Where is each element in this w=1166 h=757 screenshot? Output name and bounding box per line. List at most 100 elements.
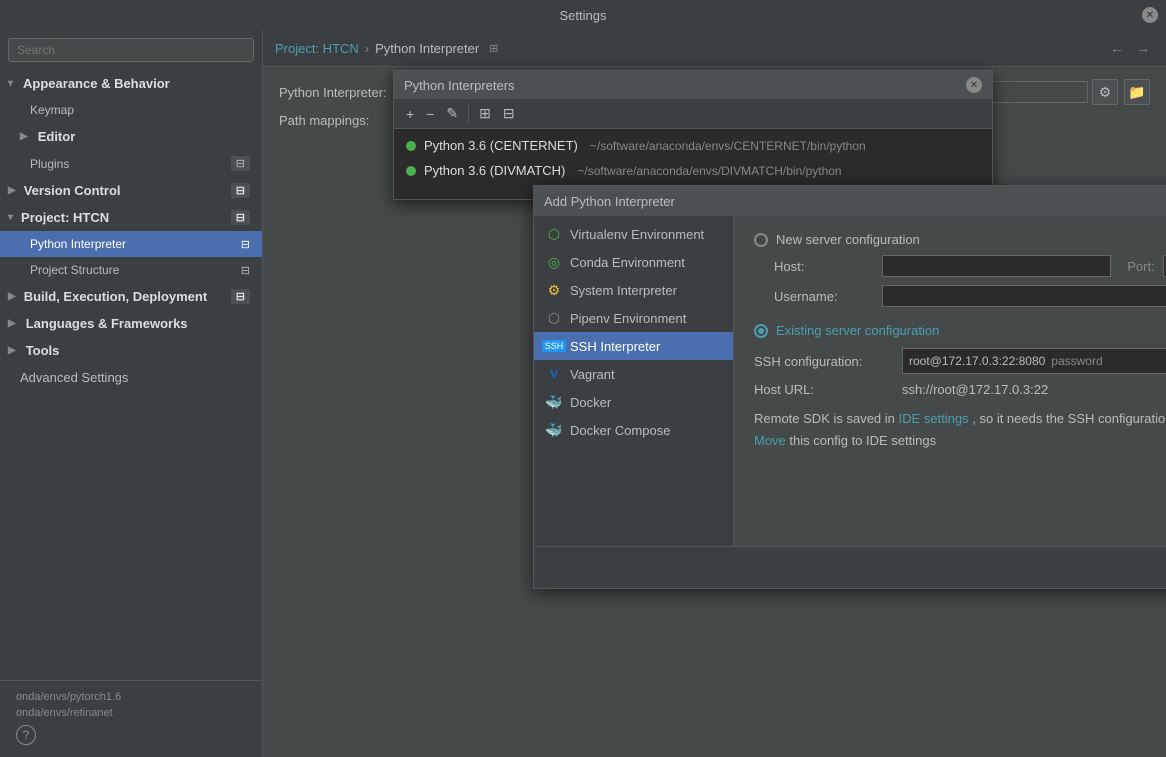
host-row: Host: Port: bbox=[754, 255, 1166, 277]
status-dot-divmatch bbox=[406, 166, 416, 176]
dialog-label-docker: Docker bbox=[570, 395, 611, 410]
dialog-item-conda[interactable]: ◎ Conda Environment bbox=[534, 248, 733, 276]
sidebar-item-python-interpreter[interactable]: Python Interpreter ⊟ bbox=[0, 231, 262, 257]
sidebar-label-keymap: Keymap bbox=[30, 103, 74, 117]
sidebar-item-plugins[interactable]: Plugins ⊟ bbox=[0, 150, 262, 177]
dialog-item-pipenv[interactable]: ⬡ Pipenv Environment bbox=[534, 304, 733, 332]
username-row: Username: bbox=[754, 285, 1166, 307]
expand-icon-tools: ▶ bbox=[8, 345, 16, 356]
add-dialog-titlebar: Add Python Interpreter ✕ bbox=[534, 186, 1166, 216]
interpreter-entry-centernet[interactable]: Python 3.6 (CENTERNET) ~/software/anacon… bbox=[394, 133, 992, 158]
vc-badge: ⊟ bbox=[231, 183, 250, 198]
pi-badge: ⊟ bbox=[241, 238, 250, 251]
toolbar-tree-btn[interactable]: ⊟ bbox=[499, 103, 519, 124]
port-label: Port: bbox=[1127, 259, 1154, 274]
sidebar-item-build[interactable]: ▶ Build, Execution, Deployment ⊟ bbox=[0, 283, 262, 310]
new-server-label: New server configuration bbox=[776, 232, 920, 247]
ssh-config-label: SSH configuration: bbox=[754, 354, 894, 369]
expand-icon-editor: ▶ bbox=[20, 131, 28, 142]
interp-path-centernet: ~/software/anaconda/envs/CENTERNET/bin/p… bbox=[590, 139, 866, 153]
dialog-item-docker[interactable]: 🐳 Docker bbox=[534, 388, 733, 416]
expand-icon-build: ▶ bbox=[8, 291, 16, 302]
interp-path-divmatch: ~/software/anaconda/envs/DIVMATCH/bin/py… bbox=[577, 164, 841, 178]
path-retinanet: onda/envs/retinanet bbox=[8, 705, 254, 721]
dialog-label-system: System Interpreter bbox=[570, 283, 677, 298]
dialog-item-vagrant[interactable]: V Vagrant bbox=[534, 360, 733, 388]
dialog-item-ssh[interactable]: SSH SSH Interpreter bbox=[534, 332, 733, 360]
sidebar-item-keymap[interactable]: Keymap bbox=[0, 97, 262, 123]
sidebar-label-build: Build, Execution, Deployment bbox=[24, 289, 207, 304]
sidebar-item-advanced-settings[interactable]: Advanced Settings bbox=[0, 364, 262, 391]
add-dialog-left-panel: ⬡ Virtualenv Environment ◎ Conda Environ… bbox=[534, 216, 734, 546]
nav-forward[interactable]: → bbox=[1132, 38, 1154, 58]
host-url-row: Host URL: ssh://root@172.17.0.3:22 bbox=[754, 382, 1166, 397]
interpreter-settings-button[interactable]: ⚙ bbox=[1092, 79, 1118, 105]
sidebar: ▾ Appearance & Behavior Keymap ▶ Editor … bbox=[0, 30, 263, 757]
sidebar-label-editor: Editor bbox=[38, 129, 76, 144]
host-url-label: Host URL: bbox=[754, 382, 894, 397]
sidebar-item-appearance[interactable]: ▾ Appearance & Behavior bbox=[0, 70, 262, 97]
existing-server-radio-row: Existing server configuration bbox=[754, 323, 1166, 338]
close-button[interactable]: ✕ bbox=[1142, 7, 1158, 23]
move-link[interactable]: Move bbox=[754, 433, 786, 448]
interpreter-entry-divmatch[interactable]: Python 3.6 (DIVMATCH) ~/software/anacond… bbox=[394, 158, 992, 183]
breadcrumb-current: Python Interpreter bbox=[375, 41, 479, 56]
toolbar-filter-btn[interactable]: ⊞ bbox=[475, 103, 495, 124]
move-text: this config to IDE settings bbox=[789, 433, 936, 448]
nav-back[interactable]: ← bbox=[1106, 38, 1128, 58]
move-config-row: Move this config to IDE settings bbox=[754, 433, 1166, 448]
server-config-radio-group: New server configuration Host: Port: Use… bbox=[754, 232, 1166, 307]
add-interpreter-dialog: Add Python Interpreter ✕ ⬡ Virtualenv En… bbox=[533, 185, 1166, 589]
existing-server-label: Existing server configuration bbox=[776, 323, 939, 338]
host-input[interactable] bbox=[882, 255, 1111, 277]
interpreters-popup-close[interactable]: ✕ bbox=[966, 77, 982, 93]
search-input[interactable] bbox=[8, 38, 254, 62]
sidebar-item-tools[interactable]: ▶ Tools bbox=[0, 337, 262, 364]
interpreter-label: Python Interpreter: bbox=[279, 85, 399, 100]
dialog-footer: Previous OK Cancel bbox=[534, 546, 1166, 588]
sidebar-label-plugins: Plugins bbox=[30, 157, 69, 171]
ide-settings-link[interactable]: IDE settings bbox=[899, 411, 969, 426]
sidebar-label-project: Project: HTCN bbox=[21, 210, 109, 225]
existing-server-radio[interactable] bbox=[754, 324, 768, 338]
interpreters-popup: Python Interpreters ✕ + − ✎ ⊞ ⊟ Python 3… bbox=[393, 70, 993, 200]
ssh-config-select[interactable]: root@172.17.0.3:22:8080 password ▾ bbox=[902, 348, 1166, 374]
sidebar-item-project-structure[interactable]: Project Structure ⊟ bbox=[0, 257, 262, 283]
sidebar-item-languages[interactable]: ▶ Languages & Frameworks bbox=[0, 310, 262, 337]
breadcrumb-project[interactable]: Project: HTCN bbox=[275, 41, 359, 56]
add-dialog-body: ⬡ Virtualenv Environment ◎ Conda Environ… bbox=[534, 216, 1166, 546]
interpreter-folder-button[interactable]: 📁 bbox=[1124, 79, 1150, 105]
sidebar-label-advanced-settings: Advanced Settings bbox=[20, 370, 128, 385]
sidebar-bottom: onda/envs/pytorch1.6 onda/envs/retinanet… bbox=[0, 680, 262, 757]
status-dot-centernet bbox=[406, 141, 416, 151]
title-bar: Settings ✕ bbox=[0, 0, 1166, 30]
sidebar-item-project[interactable]: ▾ Project: HTCN ⊟ bbox=[0, 204, 262, 231]
pipenv-icon: ⬡ bbox=[546, 310, 562, 326]
info-text1: Remote SDK is saved in bbox=[754, 411, 895, 426]
username-input[interactable] bbox=[882, 285, 1166, 307]
expand-icon-project: ▾ bbox=[8, 212, 13, 223]
toolbar-add-btn[interactable]: + bbox=[402, 103, 418, 124]
toolbar-edit-btn[interactable]: ✎ bbox=[442, 103, 462, 124]
dialog-label-virtualenv: Virtualenv Environment bbox=[570, 227, 704, 242]
dialog-item-system[interactable]: ⚙ System Interpreter bbox=[534, 276, 733, 304]
help-button[interactable]: ? bbox=[16, 725, 36, 745]
plugins-badge: ⊟ bbox=[231, 156, 250, 171]
sidebar-item-editor[interactable]: ▶ Editor bbox=[0, 123, 262, 150]
host-label: Host: bbox=[774, 259, 874, 274]
window-title: Settings bbox=[560, 8, 607, 23]
breadcrumb-pin-icon: ⊞ bbox=[489, 42, 498, 55]
sidebar-label-vc: Version Control bbox=[24, 183, 121, 198]
dialog-item-docker-compose[interactable]: 🐳 Docker Compose bbox=[534, 416, 733, 444]
ssh-config-row: SSH configuration: root@172.17.0.3:22:80… bbox=[754, 348, 1166, 374]
interp-name-centernet: Python 3.6 (CENTERNET) bbox=[424, 138, 578, 153]
toolbar-remove-btn[interactable]: − bbox=[422, 103, 438, 124]
sidebar-item-version-control[interactable]: ▶ Version Control ⊟ bbox=[0, 177, 262, 204]
username-label: Username: bbox=[774, 289, 874, 304]
expand-icon-vc: ▶ bbox=[8, 185, 16, 196]
new-server-radio[interactable] bbox=[754, 233, 768, 247]
dialog-item-virtualenv[interactable]: ⬡ Virtualenv Environment bbox=[534, 220, 733, 248]
interpreters-popup-titlebar: Python Interpreters ✕ bbox=[394, 71, 992, 99]
sidebar-label-appearance: Appearance & Behavior bbox=[23, 76, 170, 91]
system-icon: ⚙ bbox=[546, 282, 562, 298]
